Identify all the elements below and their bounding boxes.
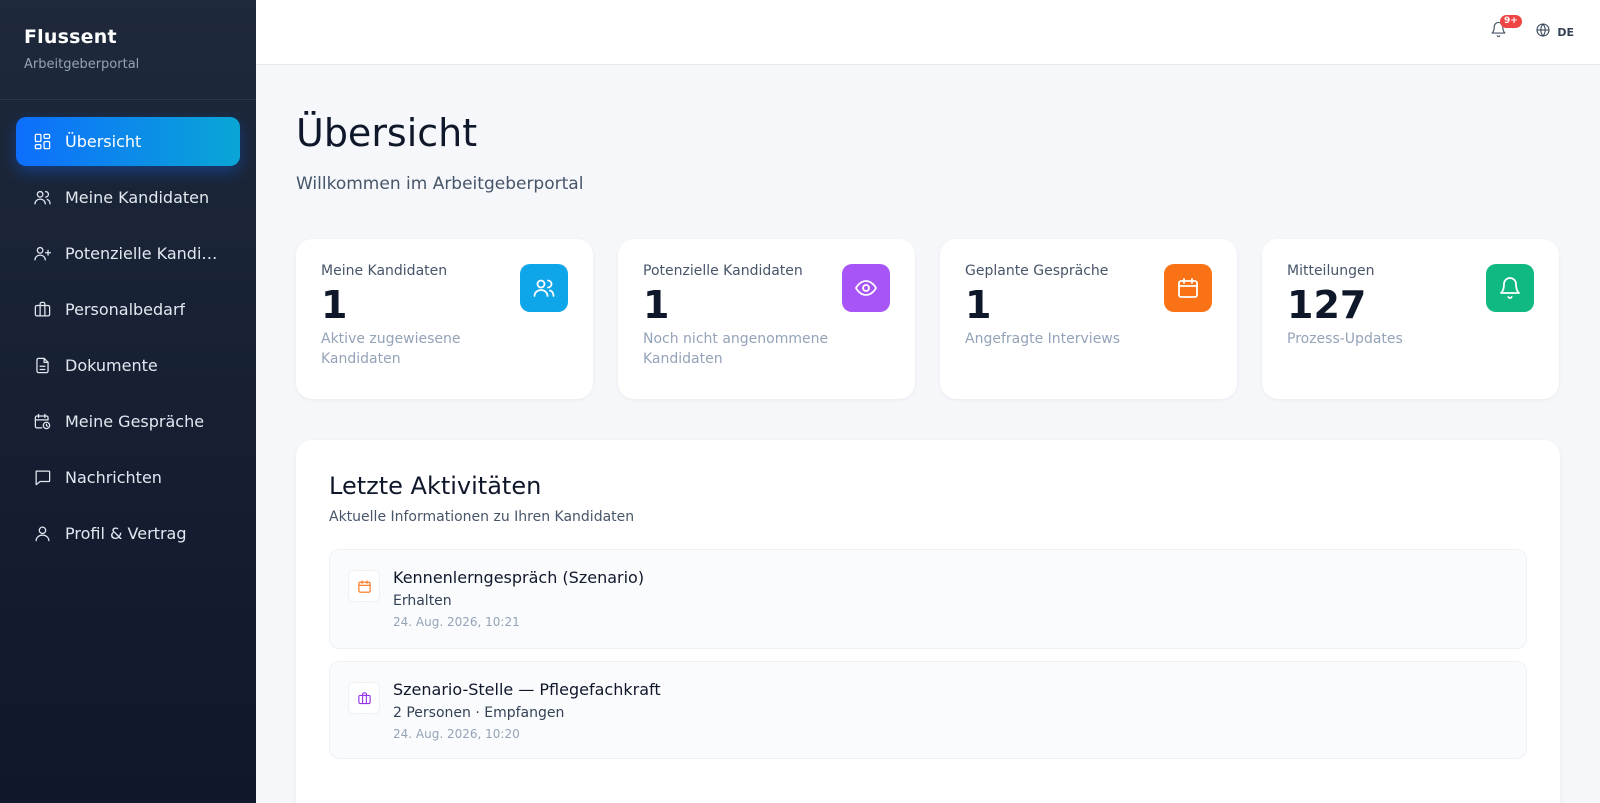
sidebar-item-meine-kandidaten[interactable]: Meine Kandidaten xyxy=(16,173,240,222)
brand-subtitle: Arbeitgeberportal xyxy=(24,57,140,72)
sidebar-nav: Übersicht Meine Kandidaten Potenzielle K… xyxy=(0,100,256,558)
activity-status: 2 Personen · Empfangen xyxy=(393,705,565,721)
stat-description: Noch nicht angenommene Kandidaten xyxy=(643,331,829,367)
activity-name: Kennenlerngespräch (Szenario) xyxy=(393,568,645,587)
sidebar-item-label: Personalbedarf xyxy=(65,300,186,319)
activity-time: 24. Aug. 2026, 10:21 xyxy=(393,615,520,629)
notifications-button[interactable]: 9+ xyxy=(1490,15,1522,43)
bell-icon xyxy=(1486,264,1534,312)
users-icon xyxy=(520,264,568,312)
language-label: DE xyxy=(1557,25,1574,39)
stat-card-potenzielle-kandidaten[interactable]: Potenzielle Kandidaten 1 Noch nicht ange… xyxy=(618,239,915,399)
topbar: 9+ DE xyxy=(256,0,1600,65)
brand: Flussent Arbeitgeberportal xyxy=(0,0,256,100)
sidebar: Flussent Arbeitgeberportal Übersicht Mei… xyxy=(0,0,256,803)
document-icon xyxy=(32,356,52,376)
briefcase-icon xyxy=(32,300,52,320)
sidebar-item-label: Übersicht xyxy=(65,132,142,151)
user-plus-icon xyxy=(32,244,52,264)
sidebar-item-nachrichten[interactable]: Nachrichten xyxy=(16,453,240,502)
stat-card-mitteilungen[interactable]: Mitteilungen 127 Prozess-Updates xyxy=(1262,239,1559,399)
calendar-icon xyxy=(348,570,380,602)
message-icon xyxy=(32,468,52,488)
activity-name: Szenario-Stelle — Pflegefachkraft xyxy=(393,680,661,699)
sidebar-item-label: Dokumente xyxy=(65,356,158,375)
sidebar-item-profil-vertrag[interactable]: Profil & Vertrag xyxy=(16,509,240,558)
sidebar-item-uebersicht[interactable]: Übersicht xyxy=(16,117,240,166)
sidebar-item-personalbedarf[interactable]: Personalbedarf xyxy=(16,285,240,334)
page-subtitle: Willkommen im Arbeitgeberportal xyxy=(296,174,584,194)
sidebar-item-potenzielle-kandidaten[interactable]: Potenzielle Kandid... xyxy=(16,229,240,278)
calendar-clock-icon xyxy=(32,412,52,432)
sidebar-item-label: Meine Gespräche xyxy=(65,412,205,431)
activity-subtitle: Aktuelle Informationen zu Ihren Kandidat… xyxy=(329,509,635,525)
list-item[interactable]: Kennenlerngespräch (Szenario) Erhalten 2… xyxy=(329,549,1527,649)
notification-badge: 9+ xyxy=(1500,15,1522,28)
users-icon xyxy=(32,188,52,208)
activity-status: Erhalten xyxy=(393,593,452,609)
stat-description: Prozess-Updates xyxy=(1287,331,1403,347)
brand-name: Flussent xyxy=(24,26,117,48)
page-title: Übersicht xyxy=(296,111,478,155)
stat-description: Angefragte Interviews xyxy=(965,331,1121,347)
sidebar-item-meine-gespraeche[interactable]: Meine Gespräche xyxy=(16,397,240,446)
briefcase-icon xyxy=(348,682,380,714)
stat-description: Aktive zugewiesene Kandidaten xyxy=(321,331,461,367)
language-switcher[interactable]: DE xyxy=(1535,22,1574,42)
activity-list: Kennenlerngespräch (Szenario) Erhalten 2… xyxy=(329,549,1527,759)
globe-icon xyxy=(1535,22,1551,42)
user-icon xyxy=(32,524,52,544)
stat-card-geplante-gespraeche[interactable]: Geplante Gespräche 1 Angefragte Intervie… xyxy=(940,239,1237,399)
main-content: Übersicht Willkommen im Arbeitgeberporta… xyxy=(256,65,1600,803)
sidebar-item-dokumente[interactable]: Dokumente xyxy=(16,341,240,390)
recent-activity-panel: Letzte Aktivitäten Aktuelle Informatione… xyxy=(296,440,1560,803)
dashboard-icon xyxy=(32,132,52,152)
activity-title: Letzte Aktivitäten xyxy=(329,472,542,500)
activity-time: 24. Aug. 2026, 10:20 xyxy=(393,727,520,741)
sidebar-item-label: Nachrichten xyxy=(65,468,162,487)
eye-icon xyxy=(842,264,890,312)
sidebar-item-label: Profil & Vertrag xyxy=(65,524,187,543)
stat-card-meine-kandidaten[interactable]: Meine Kandidaten 1 Aktive zugewiesene Ka… xyxy=(296,239,593,399)
calendar-icon xyxy=(1164,264,1212,312)
list-item[interactable]: Szenario-Stelle — Pflegefachkraft 2 Pers… xyxy=(329,661,1527,759)
sidebar-item-label: Meine Kandidaten xyxy=(65,188,210,207)
stats-row: Meine Kandidaten 1 Aktive zugewiesene Ka… xyxy=(296,239,1560,399)
sidebar-item-label: Potenzielle Kandid... xyxy=(65,244,224,263)
